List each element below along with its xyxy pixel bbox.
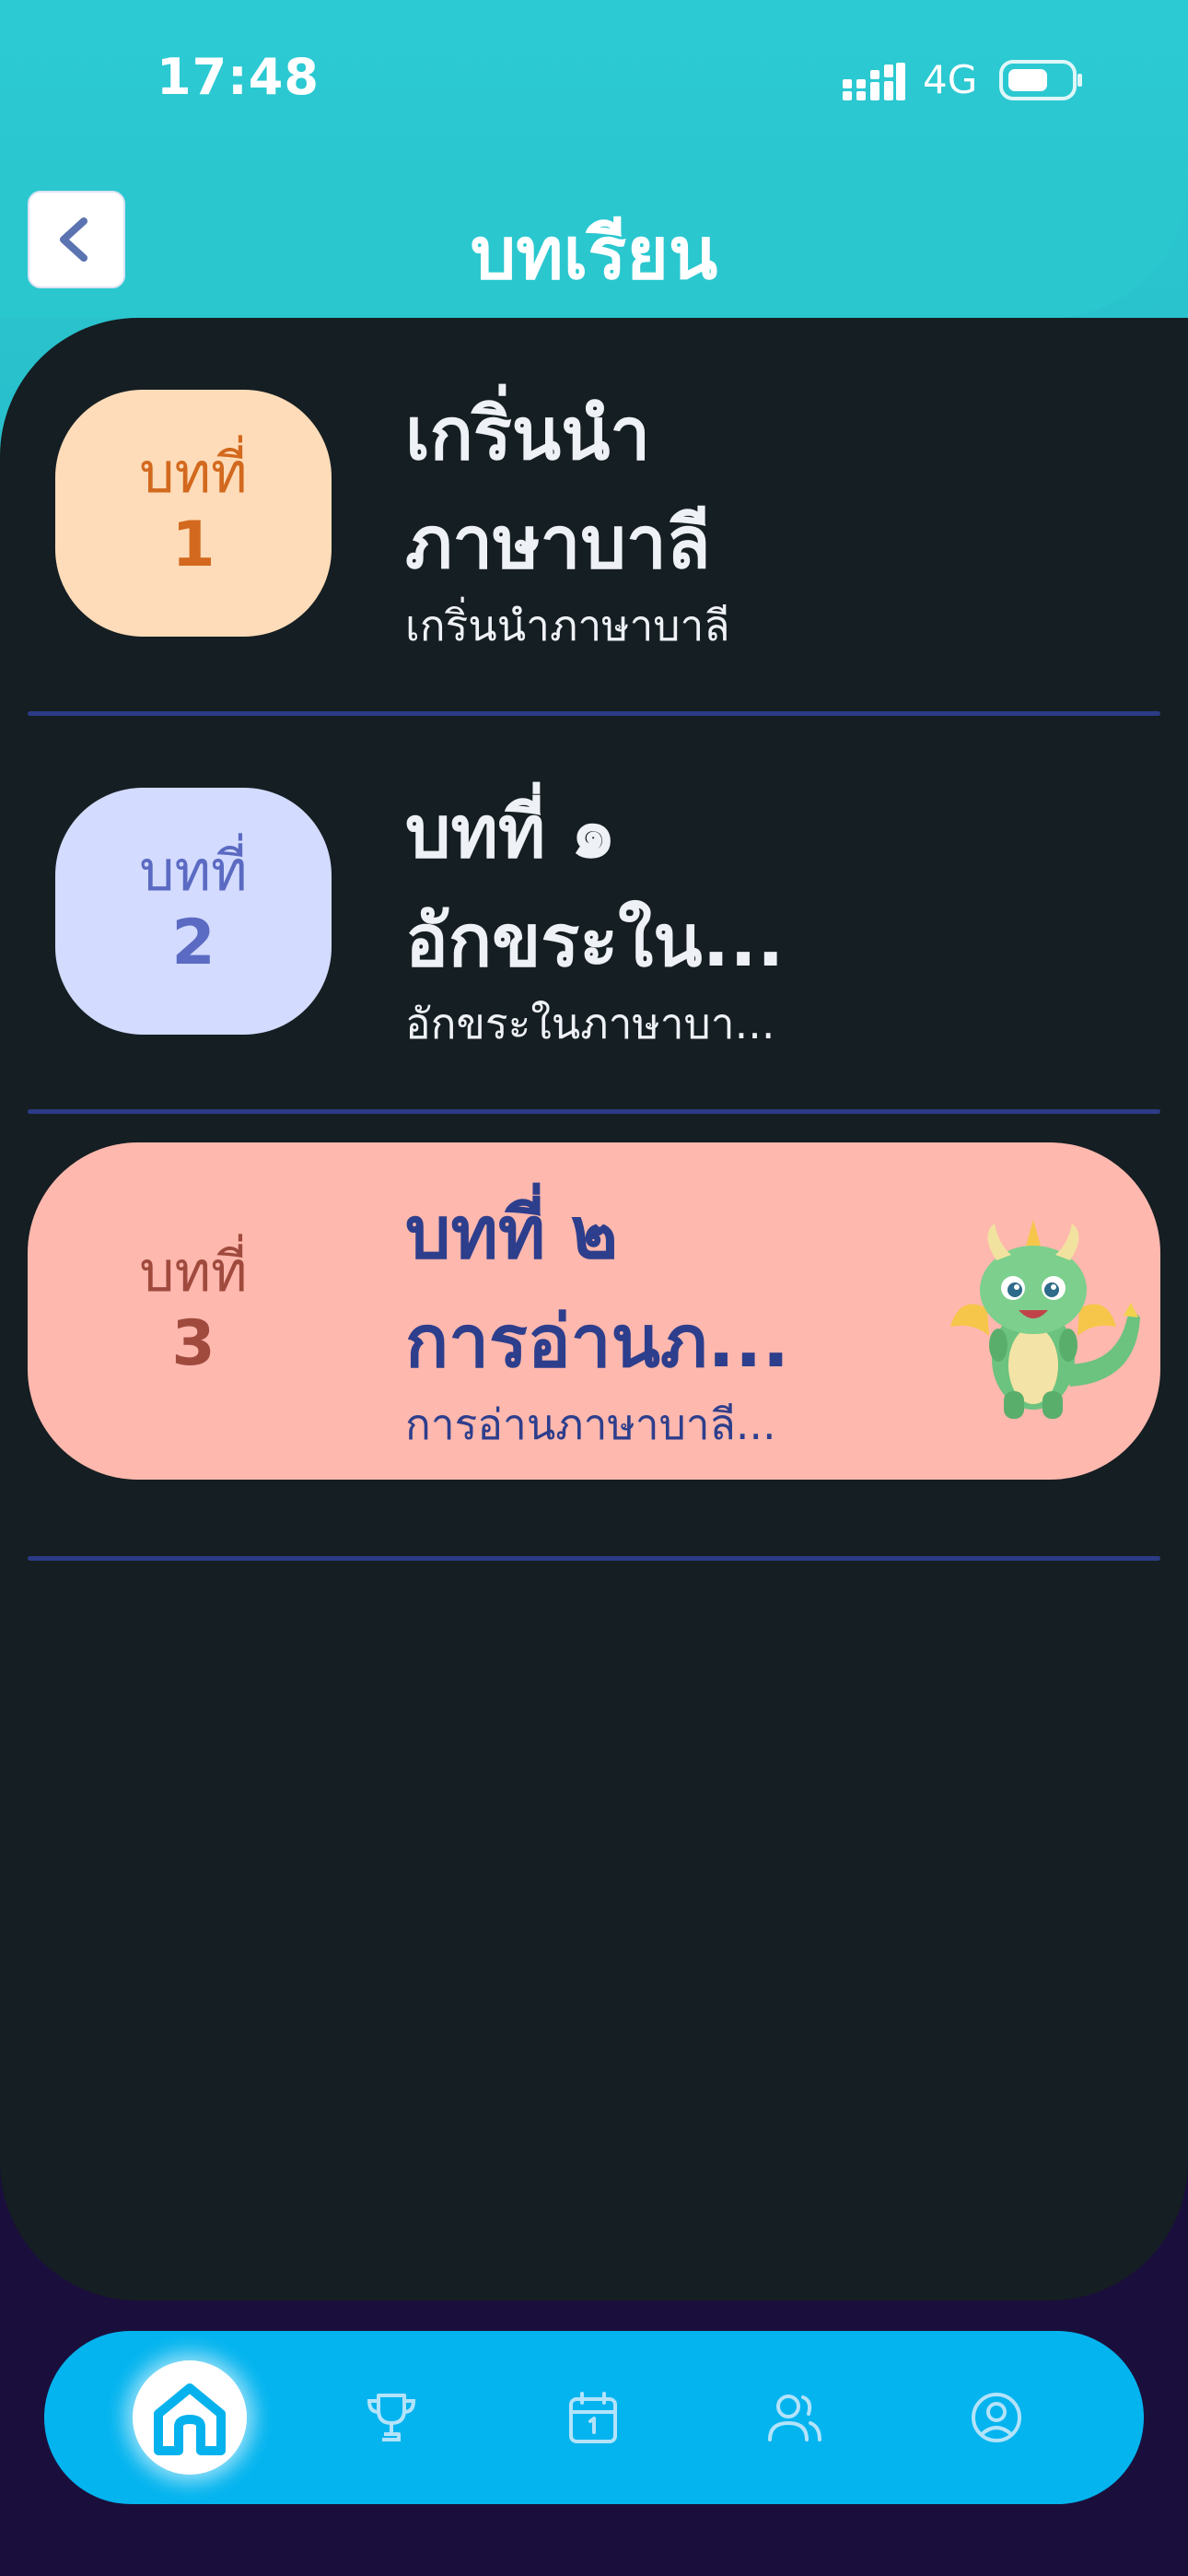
nav-friends[interactable]	[730, 2331, 859, 2504]
lesson-subtitle: การอ่านภาษาบาลี...	[405, 1399, 776, 1449]
lesson-title: บทที่ ๑ อักขระใน...	[405, 779, 921, 996]
nav-trophy[interactable]	[327, 2331, 456, 2504]
badge-label: บทที่	[139, 1240, 248, 1306]
badge-label: บทที่	[139, 839, 248, 905]
lesson-badge: บทที่ 1	[55, 390, 332, 637]
calendar-icon	[569, 2392, 617, 2443]
lesson-subtitle: อักขระในภาษาบา...	[405, 999, 775, 1048]
lesson-text: เกริ่นนำ ภาษาบาลี เกริ่นนำภาษาบาลี	[405, 381, 921, 653]
lesson-item-2[interactable]: บทที่ 2 บทที่ ๑ อักขระใน... อักขระในภาษา…	[0, 716, 1188, 1114]
lesson-list: บทที่ 1 เกริ่นนำ ภาษาบาลี เกริ่นนำภาษาบา…	[0, 318, 1188, 2301]
lesson-item-1[interactable]: บทที่ 1 เกริ่นนำ ภาษาบาลี เกริ่นนำภาษาบา…	[0, 318, 1188, 716]
lesson-badge: บทที่ 3	[55, 1188, 332, 1435]
divider	[28, 1556, 1160, 1561]
nav-home[interactable]	[125, 2331, 254, 2504]
header: บทเรียน	[0, 161, 1188, 318]
badge-number: 2	[171, 907, 215, 980]
battery-icon	[999, 60, 1082, 100]
divider	[28, 1109, 1160, 1114]
badge-label: บทที่	[139, 441, 248, 507]
lesson-text: บทที่ ๒ การอ่านภ... การอ่านภาษาบาลี...	[405, 1179, 921, 1452]
lesson-badge: บทที่ 2	[55, 788, 332, 1035]
lesson-title-line: อักขระใน...	[405, 900, 785, 983]
lesson-subtitle: เกริ่นนำภาษาบาลี	[405, 601, 730, 650]
nav-profile[interactable]	[932, 2331, 1061, 2504]
lesson-title: บทที่ ๒ การอ่านภ...	[405, 1179, 921, 1397]
lesson-item-3[interactable]: บทที่ 3 บทที่ ๒ การอ่านภ... การอ่านภาษาบ…	[0, 1142, 1188, 1561]
profile-icon	[972, 2393, 1021, 2442]
status-time: 17:48	[157, 48, 320, 106]
home-button[interactable]	[133, 2360, 247, 2475]
lesson-title-line: บทที่ ๒	[405, 1192, 618, 1275]
lesson-title-line: การอ่านภ...	[405, 1301, 790, 1384]
users-icon	[768, 2395, 821, 2441]
badge-number: 1	[171, 509, 215, 582]
lesson-text: บทที่ ๑ อักขระใน... อักขระในภาษาบา...	[405, 779, 921, 1051]
bottom-nav	[44, 2331, 1144, 2504]
status-bar: 17:48 4G	[0, 0, 1188, 161]
lesson-title: เกริ่นนำ ภาษาบาลี	[405, 381, 921, 598]
nav-calendar[interactable]	[529, 2331, 658, 2504]
lesson-title-line: ภาษาบาลี	[405, 502, 711, 585]
page-title: บทเรียน	[470, 213, 718, 296]
lesson-title-line: บทที่ ๑	[405, 791, 617, 874]
badge-number: 3	[171, 1307, 215, 1381]
dragon-mascot-icon	[950, 1220, 1140, 1419]
trophy-icon	[367, 2394, 416, 2441]
network-label: 4G	[923, 57, 978, 102]
lesson-title-line: เกริ่นนำ	[405, 393, 651, 476]
signal-icon	[843, 63, 905, 100]
home-icon	[154, 2383, 226, 2455]
